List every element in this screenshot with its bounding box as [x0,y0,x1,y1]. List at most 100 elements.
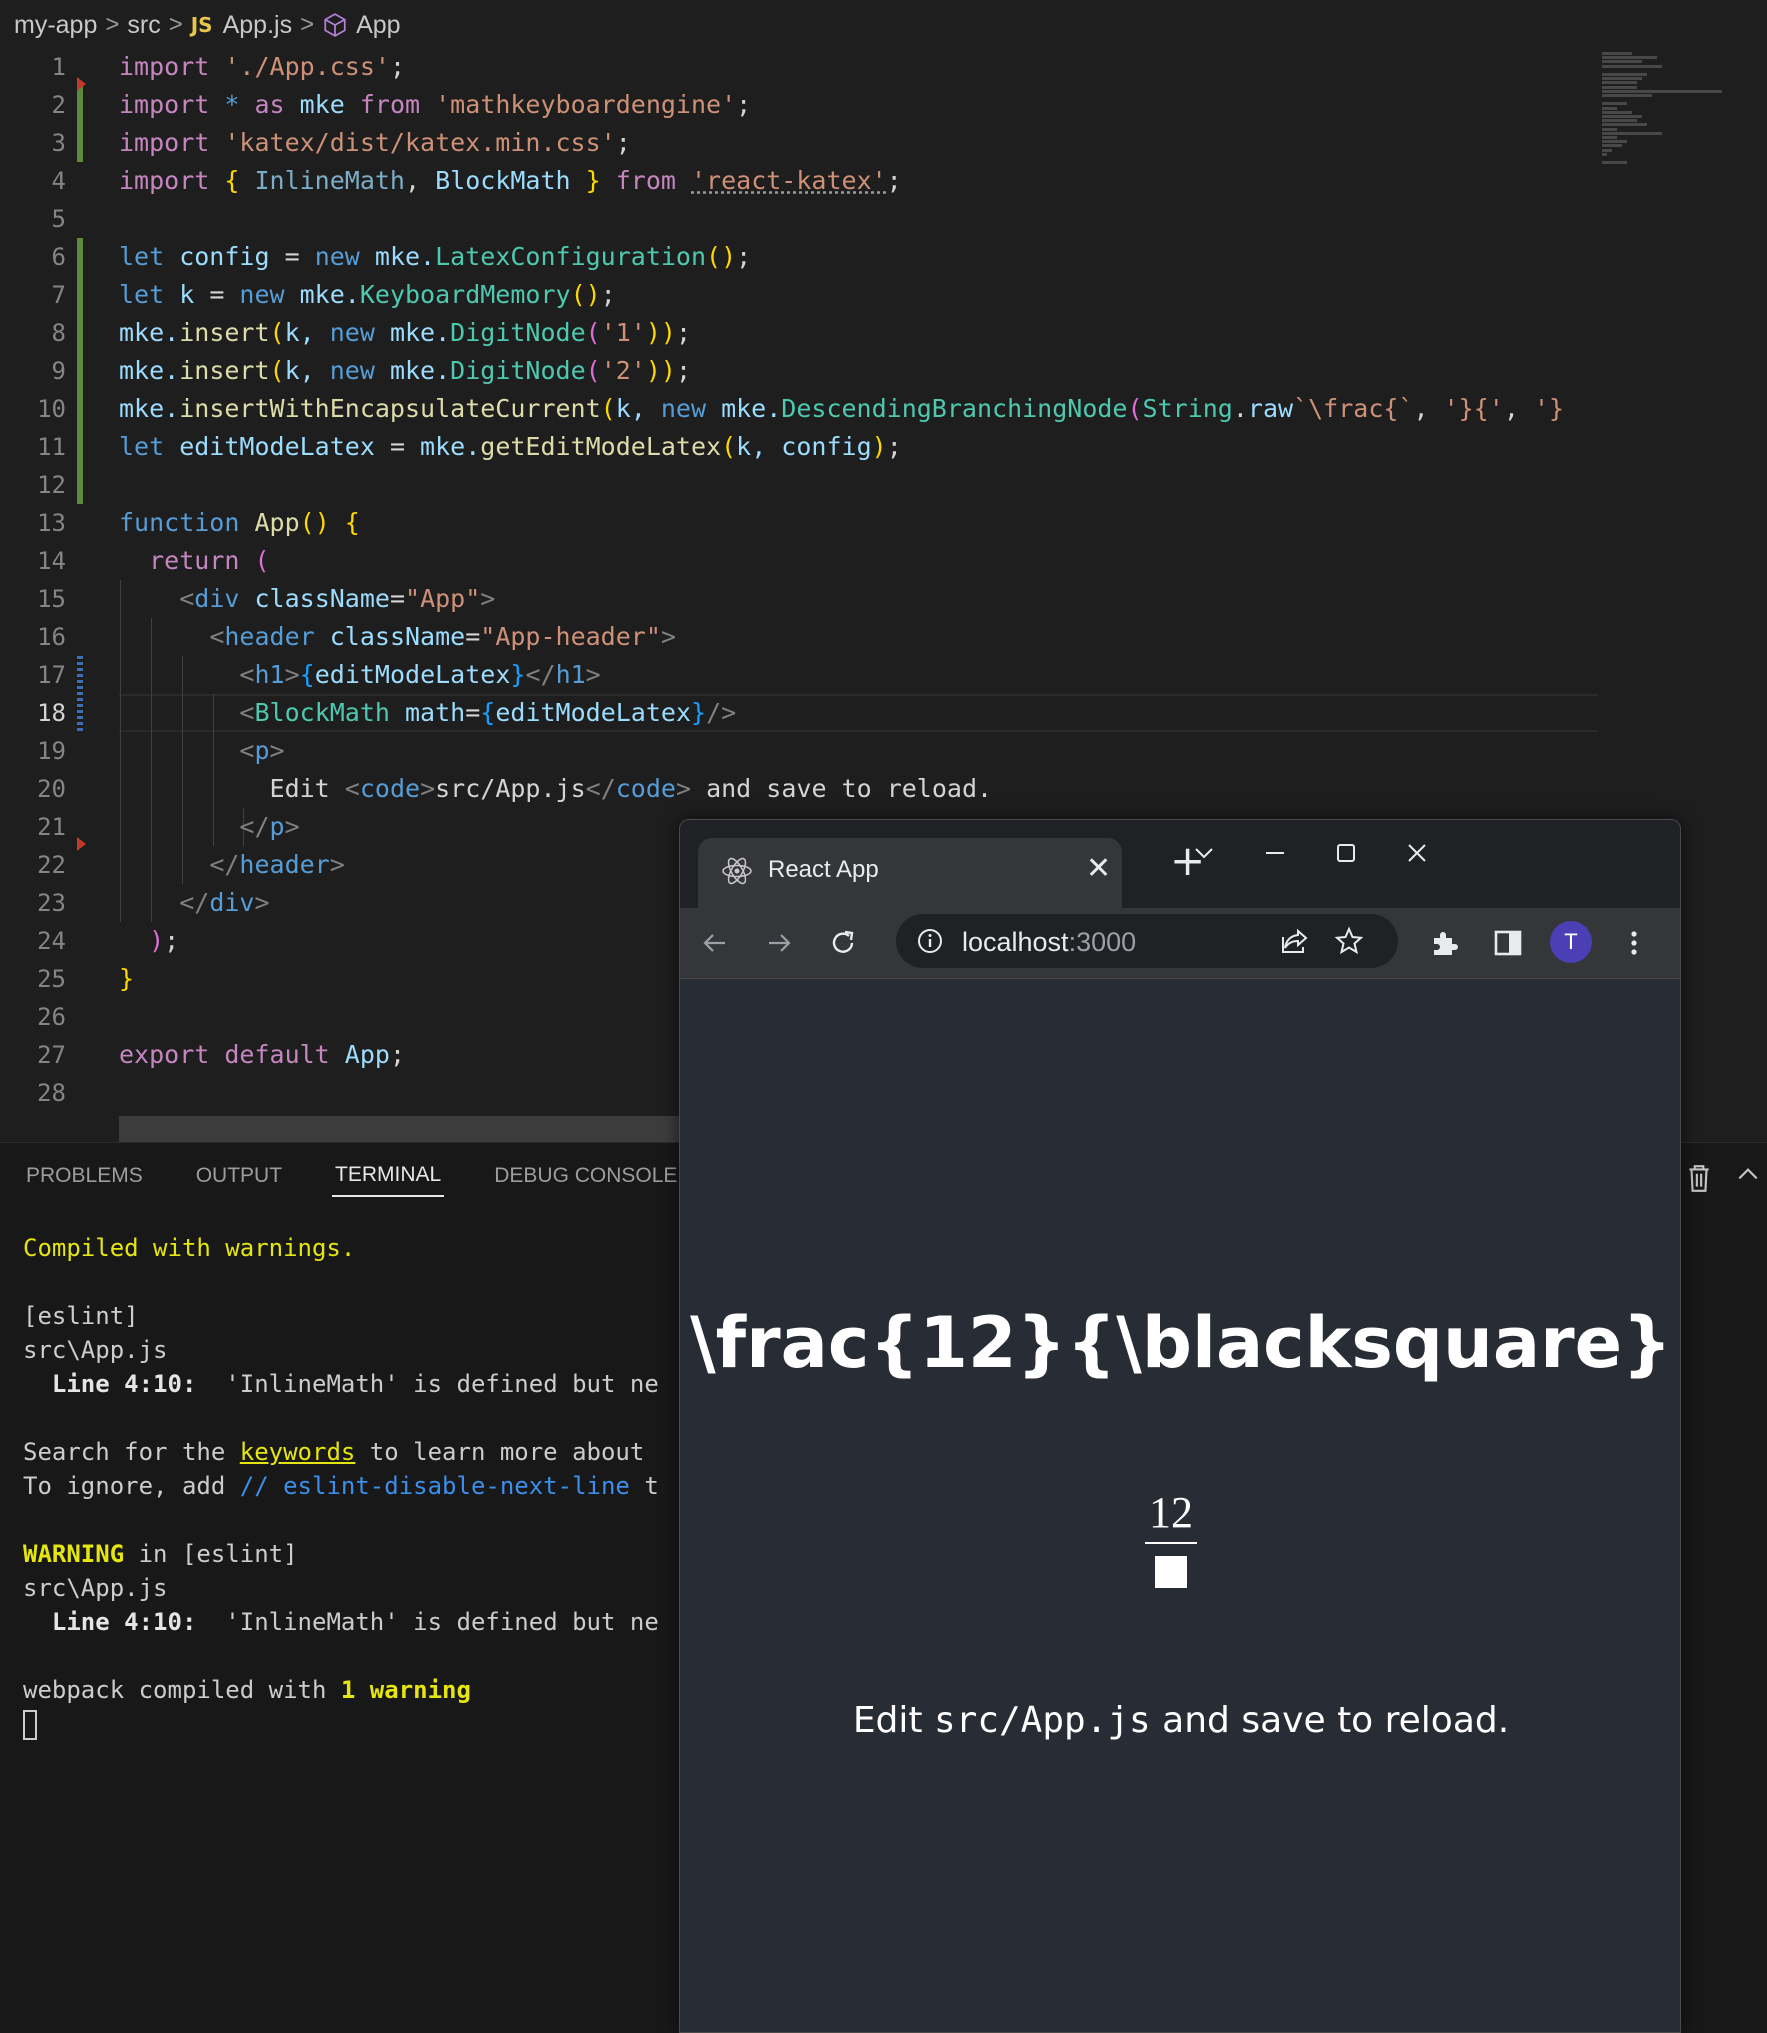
browser-toolbar: localhost:3000 T [680,908,1680,979]
keywords-link[interactable]: keywords [240,1438,356,1466]
minimap-row [1602,140,1627,144]
info-icon[interactable] [916,927,944,955]
react-logo-icon [722,857,752,885]
minimize-icon[interactable] [1260,838,1290,868]
line-number: 16 [37,623,66,651]
terminal-line: Line 4:10: 'InlineMath' is defined but n… [51,1608,659,1636]
url-text[interactable]: localhost:3000 [962,927,1136,958]
avatar[interactable]: T [1550,921,1592,963]
line-number: 5 [51,205,66,233]
kebab-menu-icon[interactable] [1617,926,1651,960]
code-line-2: import * as mke from 'mathkeyboardengine… [119,90,752,119]
arrow-right-icon[interactable] [762,926,796,960]
breadcrumb-folder[interactable]: src [127,11,160,40]
minimap-row [1602,152,1607,156]
browser-tab[interactable]: React App ✕ [698,838,1122,908]
code-line-17: <h1>{editModeLatex}</h1> [239,660,601,689]
terminal-line: [eslint] [23,1302,139,1330]
code-line-13: function App() { [119,508,360,537]
code-line-16: <header className="App-header"> [209,622,676,651]
line-number: 10 [37,395,66,423]
arrow-left-icon[interactable] [698,926,732,960]
diff-deleted-marker [77,77,86,91]
breadcrumb-separator: > [300,11,315,38]
code-line-9: mke.insert(k, new mke.DigitNode('2')); [119,356,692,385]
star-icon[interactable] [1333,925,1365,957]
minimap-row [1602,131,1662,135]
minimap-row [1602,89,1722,93]
puzzle-icon[interactable] [1428,926,1462,960]
code-line-11: let editModeLatex = mke.getEditModeLatex… [119,432,902,461]
close-window-icon[interactable] [1402,838,1432,868]
diff-modified-marker [77,656,83,732]
close-tab-icon[interactable]: ✕ [1086,854,1111,884]
minimap-row [1602,161,1627,165]
tab-debug-console[interactable]: DEBUG CONSOLE [491,1156,680,1196]
terminal-line: Line 4:10: 'InlineMath' is defined but n… [51,1370,659,1398]
breadcrumb-file[interactable]: App.js [223,11,292,40]
line-number: 13 [37,509,66,537]
maximize-icon[interactable] [1331,838,1361,868]
line-number: 20 [37,775,66,803]
tab-output[interactable]: OUTPUT [193,1156,285,1196]
black-square-placeholder [1155,1556,1187,1588]
minimap-row [1602,127,1617,131]
line-number: 17 [37,661,66,689]
line-number: 23 [37,889,66,917]
minimap-row [1602,60,1642,64]
fraction-bar [1145,1542,1197,1544]
horizontal-scrollbar[interactable] [119,1116,679,1142]
minimap-row [1602,94,1652,97]
address-bar[interactable]: localhost:3000 [896,914,1398,968]
line-number: 9 [51,357,66,385]
tab-strip: React App ✕ + [680,820,1680,908]
line-number: 3 [51,129,66,157]
tab-title: React App [768,856,879,883]
cube-icon [324,13,346,37]
code-line-20: Edit <code>src/App.js</code> and save to… [269,774,993,803]
panel-tab-bar: PROBLEMS OUTPUT TERMINAL DEBUG CONSOLE [0,1143,727,1209]
terminal-line: Search for the keywords to learn more ab… [23,1438,645,1466]
side-panel-icon[interactable] [1491,926,1525,960]
breadcrumb-separator: > [168,11,183,38]
terminal-line: webpack compiled with 1 warning [23,1676,471,1704]
terminal-line: src\App.js [23,1574,168,1602]
page-viewport: \frac{12}{\blacksquare} 12 Edit src/App.… [680,980,1680,2032]
code-line-1: import './App.css'; [119,52,406,81]
terminal-output[interactable]: Compiled with warnings. [eslint] src\App… [23,1231,683,1741]
line-number: 11 [37,433,66,461]
chevron-up-icon[interactable] [1735,1161,1761,1187]
tab-search-chevron-icon[interactable] [1189,838,1219,868]
rendered-fraction: 12 [1145,1490,1197,1588]
code-line-18: <BlockMath math={editModeLatex}/> [239,698,737,727]
line-number: 18 [37,699,66,727]
code-line-3: import 'katex/dist/katex.min.css'; [119,128,631,157]
line-number: 7 [51,281,66,309]
code-line-10: mke.insertWithEncapsulateCurrent(k, new … [119,394,1565,423]
breadcrumb-project[interactable]: my-app [14,11,97,40]
minimap-row [1602,56,1657,60]
minimap-row [1602,73,1647,76]
code-line-7: let k = new mke.KeyboardMemory(); [119,280,616,309]
line-number: 1 [51,53,66,81]
trash-icon[interactable] [1686,1163,1712,1193]
code-line-4: import { InlineMath, BlockMath } from 'r… [119,166,902,195]
minimap-row [1602,77,1642,81]
terminal-line: To ignore, add // eslint-disable-next-li… [23,1472,659,1500]
terminal-line: Compiled with warnings. [23,1234,356,1262]
tab-terminal[interactable]: TERMINAL [332,1155,445,1197]
line-number: 14 [37,547,66,575]
breadcrumb-symbol[interactable]: App [356,11,400,40]
terminal-cursor [23,1710,37,1740]
reload-icon[interactable] [826,926,860,960]
share-icon[interactable] [1278,925,1310,957]
line-number: 12 [37,471,66,499]
diff-added-marker [77,86,83,162]
code-line-15: <div className="App"> [179,584,496,613]
minimap-row [1602,115,1642,118]
minimap-row [1602,106,1617,110]
line-number: 2 [51,91,66,119]
tab-problems[interactable]: PROBLEMS [23,1156,146,1196]
line-number: 26 [37,1003,66,1031]
